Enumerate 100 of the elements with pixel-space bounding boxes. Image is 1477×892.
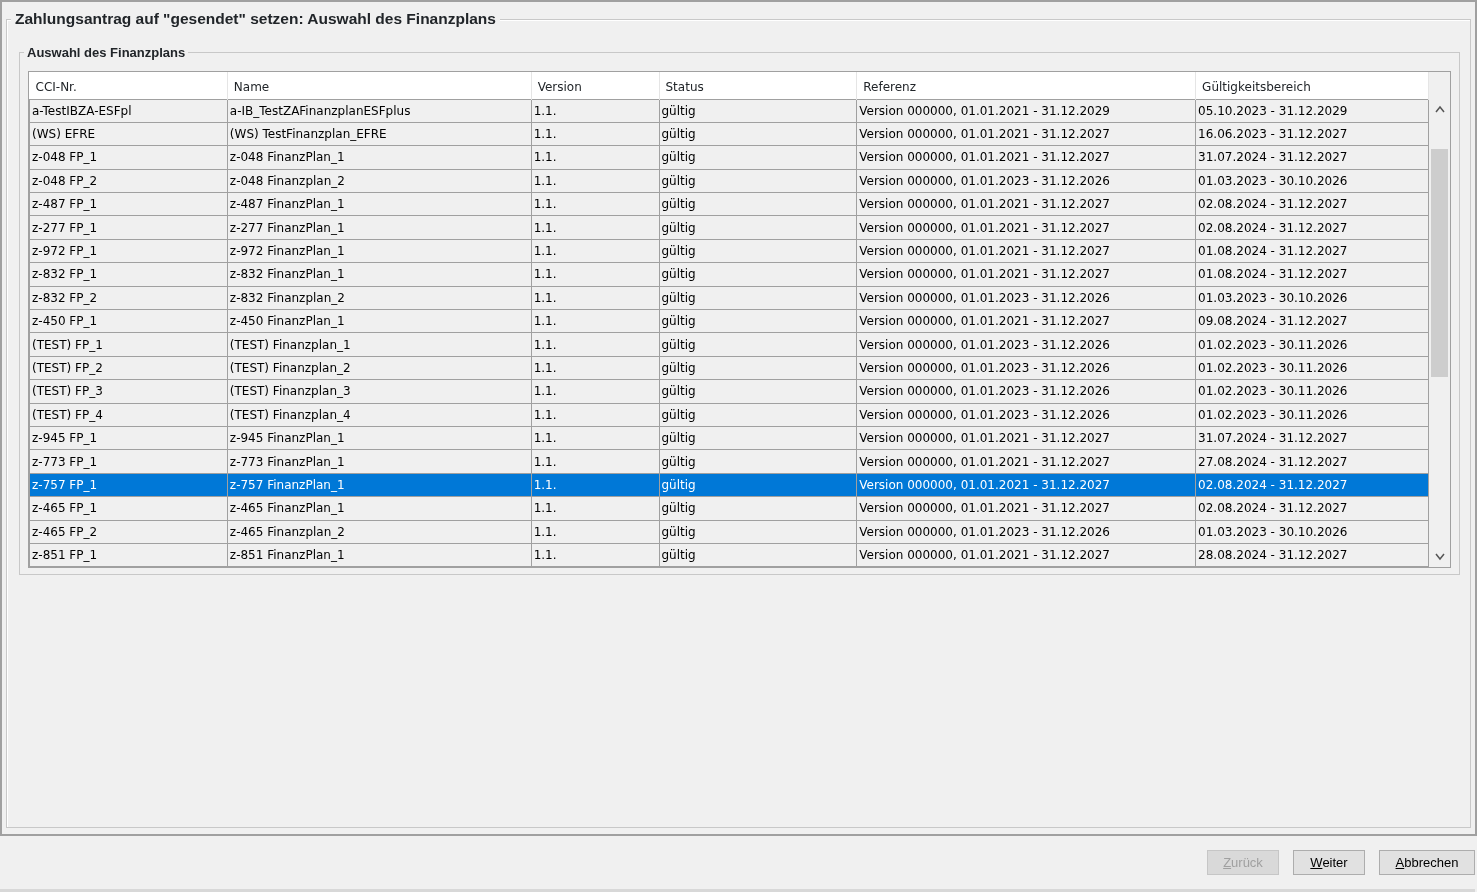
table-cell[interactable]: gültig: [659, 309, 857, 333]
table-cell[interactable]: gültig: [659, 122, 857, 146]
table-cell[interactable]: gültig: [659, 99, 857, 123]
table-cell[interactable]: (TEST) FP_3: [29, 379, 228, 404]
table-cell[interactable]: (TEST) FP_2: [29, 356, 228, 380]
table-cell[interactable]: z-465 FP_1: [29, 496, 228, 521]
table-cell[interactable]: 1.1.: [531, 473, 659, 497]
table-cell[interactable]: 28.08.2024 - 31.12.2027: [1195, 543, 1429, 567]
table-cell[interactable]: z-773 FinanzPlan_1: [227, 449, 532, 474]
table-cell[interactable]: 1.1.: [531, 192, 659, 216]
dialog-button[interactable]: Weiter: [1293, 849, 1365, 876]
table-cell[interactable]: 01.08.2024 - 31.12.2027: [1195, 262, 1429, 287]
column-header[interactable]: Gültigkeitsbereich: [1195, 72, 1429, 99]
table-cell[interactable]: z-277 FP_1: [29, 215, 228, 240]
table-cell[interactable]: Version 000000, 01.01.2023 - 31.12.2026: [856, 169, 1196, 193]
table-cell[interactable]: Version 000000, 01.01.2021 - 31.12.2027: [856, 192, 1196, 216]
table-cell[interactable]: gültig: [659, 473, 857, 497]
table-cell[interactable]: gültig: [659, 543, 857, 567]
table-cell[interactable]: 1.1.: [531, 145, 659, 170]
table-cell[interactable]: 01.02.2023 - 30.11.2026: [1195, 356, 1429, 380]
table-cell[interactable]: 1.1.: [531, 239, 659, 263]
table-cell[interactable]: z-277 FinanzPlan_1: [227, 215, 532, 240]
table-cell[interactable]: 1.1.: [531, 379, 659, 404]
table-cell[interactable]: 05.10.2023 - 31.12.2029: [1195, 99, 1429, 123]
table-cell[interactable]: gültig: [659, 520, 857, 544]
table-cell[interactable]: 1.1.: [531, 520, 659, 544]
table-cell[interactable]: 1.1.: [531, 169, 659, 193]
table-cell[interactable]: Version 000000, 01.01.2021 - 31.12.2027: [856, 473, 1196, 497]
table-cell[interactable]: Version 000000, 01.01.2021 - 31.12.2027: [856, 262, 1196, 287]
table-cell[interactable]: z-465 FP_2: [29, 520, 228, 544]
table-cell[interactable]: gültig: [659, 215, 857, 240]
table-cell[interactable]: gültig: [659, 449, 857, 474]
table-cell[interactable]: 27.08.2024 - 31.12.2027: [1195, 449, 1429, 474]
column-header[interactable]: CCI-Nr.: [29, 72, 228, 99]
table-cell[interactable]: z-487 FP_1: [29, 192, 228, 216]
table-cell[interactable]: Version 000000, 01.01.2021 - 31.12.2027: [856, 496, 1196, 521]
table-cell[interactable]: a-IB_TestZAFinanzplanESFplus: [227, 99, 532, 123]
table-cell[interactable]: Version 000000, 01.01.2023 - 31.12.2026: [856, 379, 1196, 404]
table-cell[interactable]: gültig: [659, 286, 857, 310]
table-cell[interactable]: z-757 FP_1: [29, 473, 228, 497]
table-cell[interactable]: gültig: [659, 262, 857, 287]
scrollbar[interactable]: [1429, 72, 1450, 568]
table-cell[interactable]: z-487 FinanzPlan_1: [227, 192, 532, 216]
table-cell[interactable]: 1.1.: [531, 286, 659, 310]
table-cell[interactable]: 31.07.2024 - 31.12.2027: [1195, 426, 1429, 450]
table-cell[interactable]: 1.1.: [531, 99, 659, 123]
table-cell[interactable]: 16.06.2023 - 31.12.2027: [1195, 122, 1429, 146]
table-cell[interactable]: 1.1.: [531, 215, 659, 240]
table-cell[interactable]: Version 000000, 01.01.2021 - 31.12.2027: [856, 309, 1196, 333]
table-cell[interactable]: z-048 Finanzplan_2: [227, 169, 532, 193]
table-cell[interactable]: gültig: [659, 379, 857, 404]
table-cell[interactable]: (TEST) Finanzplan_4: [227, 403, 532, 427]
table-cell[interactable]: Version 000000, 01.01.2021 - 31.12.2027: [856, 215, 1196, 240]
table-cell[interactable]: Version 000000, 01.01.2021 - 31.12.2027: [856, 543, 1196, 567]
table-cell[interactable]: gültig: [659, 356, 857, 380]
table-cell[interactable]: z-832 FP_2: [29, 286, 228, 310]
table-cell[interactable]: 31.07.2024 - 31.12.2027: [1195, 145, 1429, 170]
table-cell[interactable]: 1.1.: [531, 543, 659, 567]
table-cell[interactable]: gültig: [659, 169, 857, 193]
table-cell[interactable]: 02.08.2024 - 31.12.2027: [1195, 473, 1429, 497]
table-cell[interactable]: 01.03.2023 - 30.10.2026: [1195, 286, 1429, 310]
table-cell[interactable]: z-773 FP_1: [29, 449, 228, 474]
table-cell[interactable]: z-048 FP_2: [29, 169, 228, 193]
table-cell[interactable]: Version 000000, 01.01.2021 - 31.12.2027: [856, 449, 1196, 474]
table-cell[interactable]: Version 000000, 01.01.2021 - 31.12.2027: [856, 122, 1196, 146]
table-cell[interactable]: z-757 FinanzPlan_1: [227, 473, 532, 497]
table-cell[interactable]: gültig: [659, 403, 857, 427]
table-cell[interactable]: 1.1.: [531, 309, 659, 333]
table-cell[interactable]: 1.1.: [531, 356, 659, 380]
table-cell[interactable]: 02.08.2024 - 31.12.2027: [1195, 496, 1429, 521]
table-cell[interactable]: 1.1.: [531, 403, 659, 427]
table-cell[interactable]: z-465 Finanzplan_2: [227, 520, 532, 544]
table-cell[interactable]: 1.1.: [531, 449, 659, 474]
table-cell[interactable]: Version 000000, 01.01.2023 - 31.12.2026: [856, 403, 1196, 427]
table-cell[interactable]: gültig: [659, 426, 857, 450]
table-cell[interactable]: 01.03.2023 - 30.10.2026: [1195, 169, 1429, 193]
table-cell[interactable]: Version 000000, 01.01.2023 - 31.12.2026: [856, 286, 1196, 310]
table-cell[interactable]: z-832 FinanzPlan_1: [227, 262, 532, 287]
table-cell[interactable]: z-832 Finanzplan_2: [227, 286, 532, 310]
table-cell[interactable]: 1.1.: [531, 262, 659, 287]
table-cell[interactable]: (TEST) FP_1: [29, 332, 228, 357]
table-cell[interactable]: 1.1.: [531, 426, 659, 450]
table-cell[interactable]: Version 000000, 01.01.2023 - 31.12.2026: [856, 332, 1196, 357]
table-cell[interactable]: z-048 FP_1: [29, 145, 228, 170]
table-cell[interactable]: (WS) TestFinanzplan_EFRE: [227, 122, 532, 146]
column-header[interactable]: Referenz: [856, 72, 1196, 99]
table-cell[interactable]: Version 000000, 01.01.2023 - 31.12.2026: [856, 356, 1196, 380]
table-cell[interactable]: (TEST) Finanzplan_1: [227, 332, 532, 357]
dialog-button[interactable]: Abbrechen: [1379, 849, 1475, 876]
table-cell[interactable]: gültig: [659, 496, 857, 521]
table-cell[interactable]: z-972 FP_1: [29, 239, 228, 263]
table-cell[interactable]: Version 000000, 01.01.2021 - 31.12.2027: [856, 239, 1196, 263]
table-cell[interactable]: 1.1.: [531, 122, 659, 146]
table-cell[interactable]: gültig: [659, 192, 857, 216]
table-cell[interactable]: 09.08.2024 - 31.12.2027: [1195, 309, 1429, 333]
table-cell[interactable]: z-048 FinanzPlan_1: [227, 145, 532, 170]
scroll-thumb[interactable]: [1431, 149, 1448, 378]
table-cell[interactable]: z-450 FinanzPlan_1: [227, 309, 532, 333]
table-cell[interactable]: 1.1.: [531, 332, 659, 357]
table-cell[interactable]: z-972 FinanzPlan_1: [227, 239, 532, 263]
